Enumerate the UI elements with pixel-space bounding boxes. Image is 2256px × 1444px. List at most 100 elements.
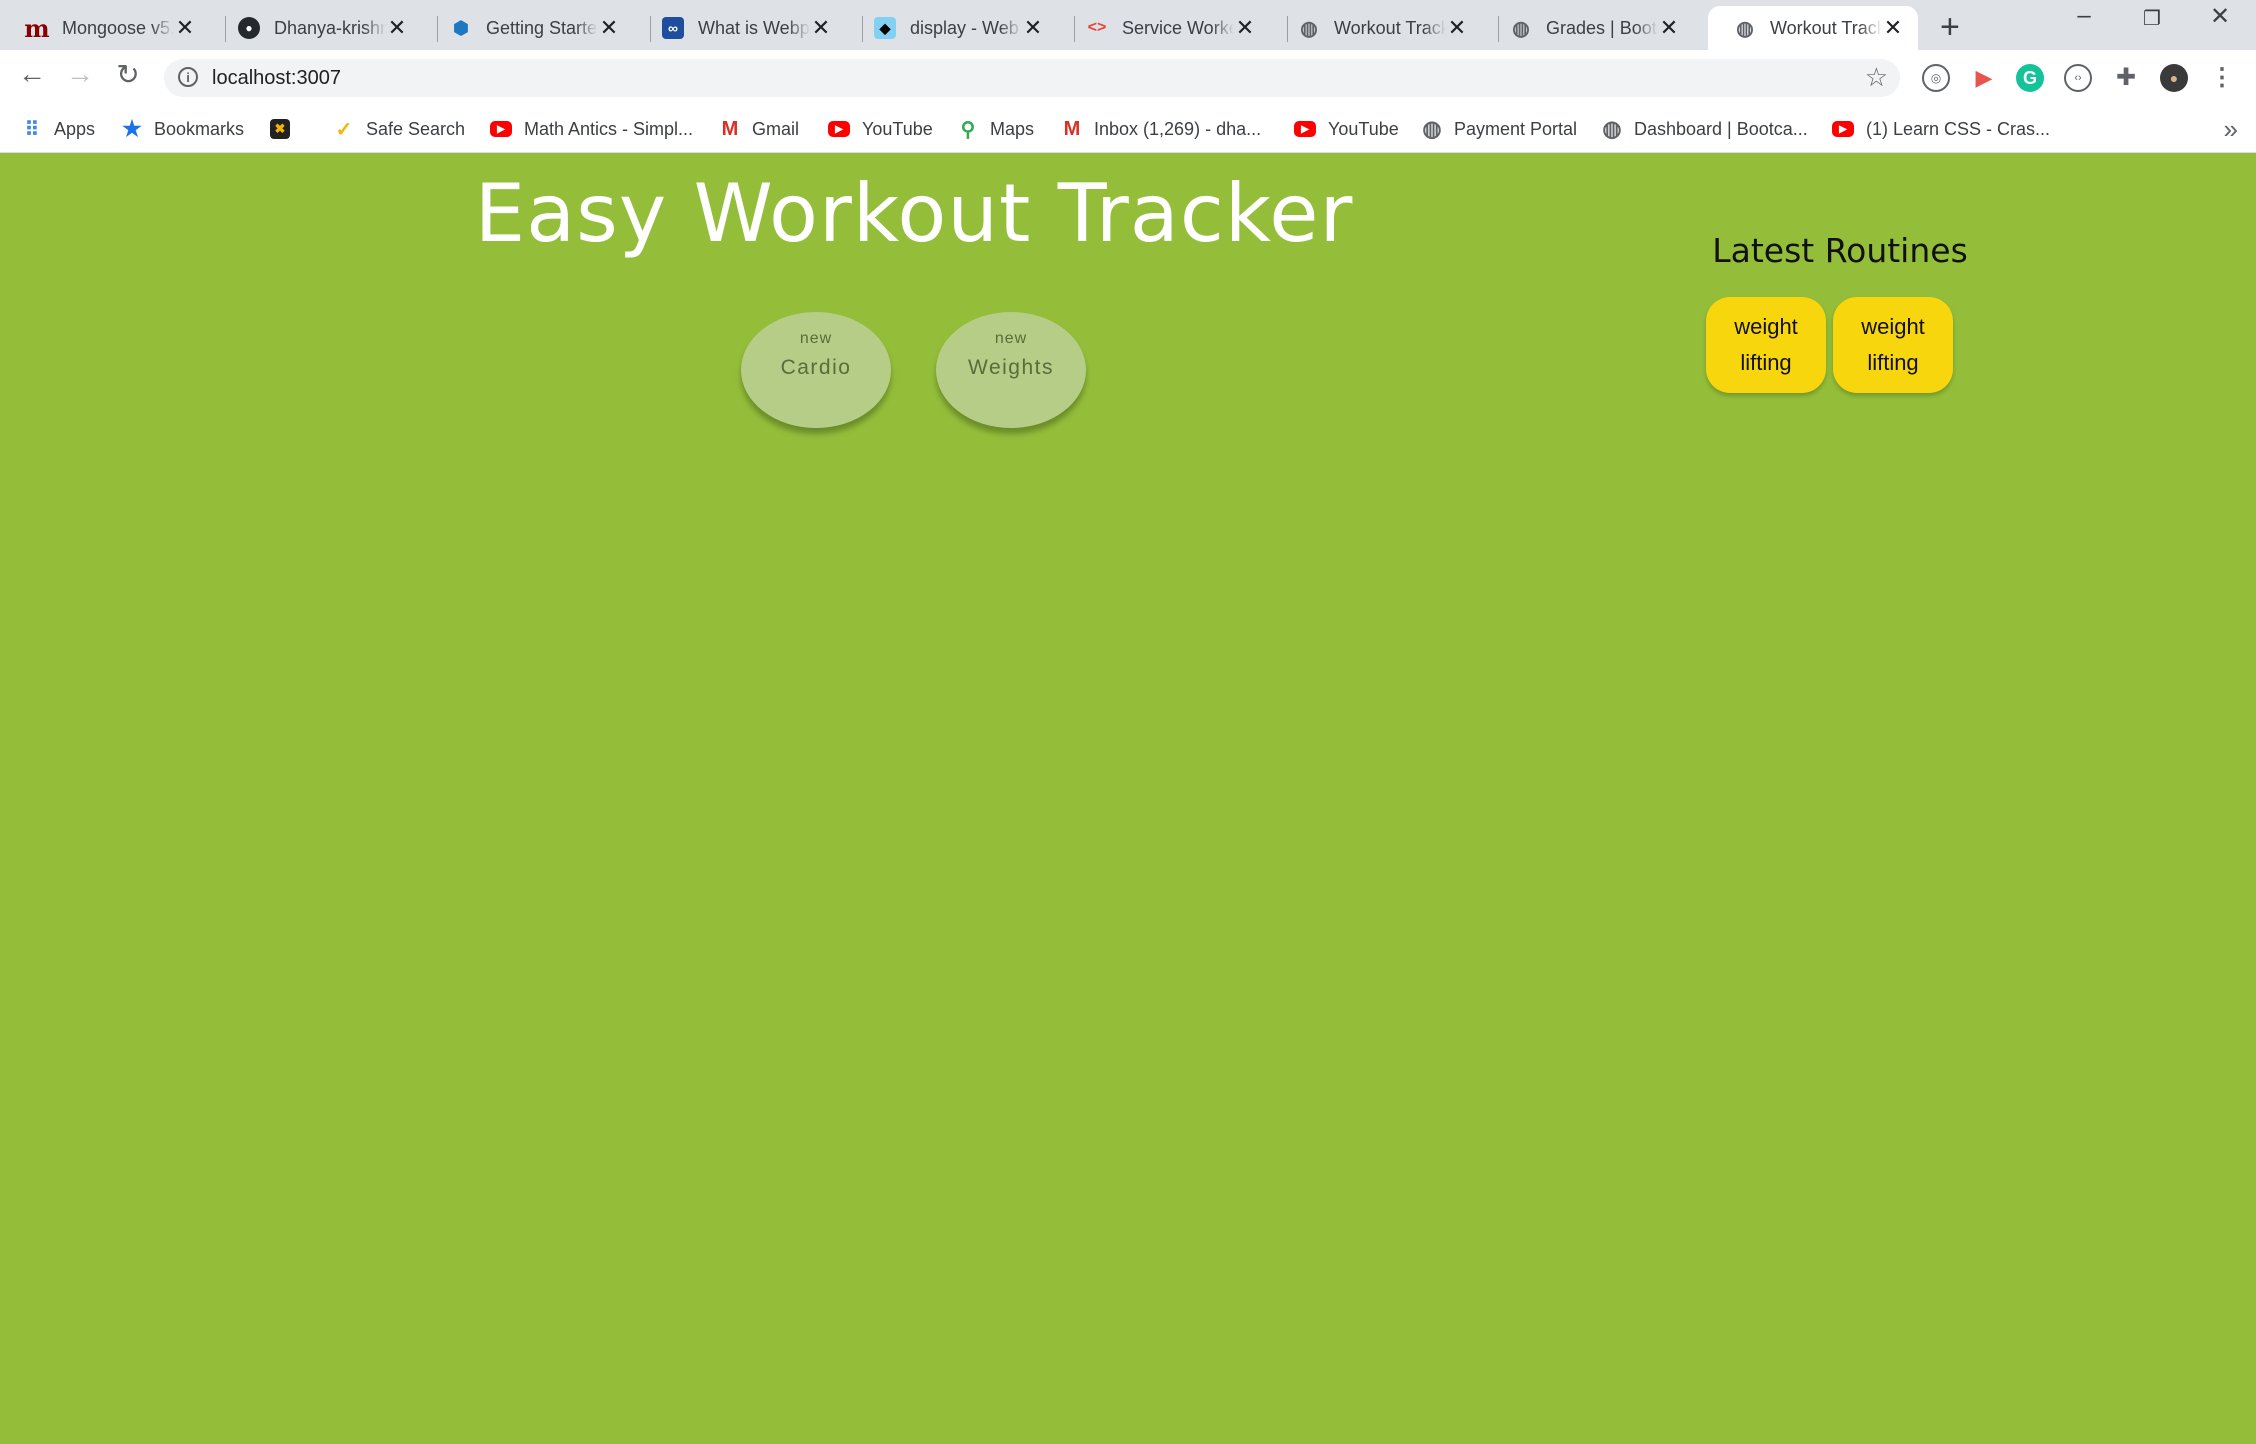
tab-title: Service Worke — [1122, 17, 1234, 38]
tab-title: Dhanya-krishn — [274, 17, 386, 38]
bookmark-label: Inbox (1,269) - dha... — [1094, 118, 1262, 139]
close-icon[interactable]: ✕ — [1658, 15, 1680, 41]
puzzle-icon[interactable]: ✚ — [2112, 64, 2140, 92]
restore-icon[interactable]: ❐ — [2132, 6, 2172, 31]
codeinfinity-icon: ∞ — [662, 17, 684, 39]
new-label: new — [799, 330, 833, 347]
gmail-icon: M — [721, 117, 739, 140]
bookmark-inbox[interactable]: M Inbox (1,269) - dha... — [1062, 116, 1261, 142]
browser-tab[interactable]: ● Dhanya-krishn ✕ — [212, 6, 422, 50]
github-icon: ● — [238, 17, 260, 39]
bookmark-apps[interactable]: ⠿ Apps — [22, 116, 95, 142]
tab-title: Mongoose v5. — [62, 17, 174, 38]
menu-icon[interactable]: ⋮ — [2208, 64, 2236, 92]
close-icon[interactable]: ✕ — [598, 15, 620, 41]
browser-toolbar: ← → ↻ i localhost:3007 ☆ ◎ ▶ G ‹› ✚ ● ⋮ — [0, 50, 2256, 106]
globe-icon: ◍ — [1300, 17, 1318, 40]
browser-tab[interactable]: <> Service Worke ✕ — [1060, 6, 1270, 50]
url-text[interactable]: localhost:3007 — [212, 67, 341, 90]
tab-title: display - Web — [910, 17, 1019, 38]
bookmark-label: Safe Search — [366, 118, 466, 139]
close-icon[interactable]: ✕ — [1446, 15, 1468, 41]
tab-title: Workout Track — [1334, 17, 1446, 38]
youtube-icon: ▶ — [828, 121, 850, 137]
bookmark-math-antics[interactable]: ▶ Math Antics - Simpl... — [490, 116, 693, 142]
browser-tab[interactable]: ◍ Workout Track ✕ — [1272, 6, 1482, 50]
close-icon[interactable]: ✕ — [1234, 15, 1256, 41]
close-icon[interactable]: ✕ — [386, 15, 408, 41]
address-bar[interactable]: i localhost:3007 ☆ — [164, 59, 1900, 97]
bookmark-gmail[interactable]: M Gmail — [720, 116, 799, 142]
bookmark-label: YouTube — [1328, 118, 1399, 139]
forward-arrow-icon[interactable]: → — [60, 58, 100, 90]
browser-tab[interactable]: m Mongoose v5. ✕ — [0, 6, 210, 50]
youtube-icon: ▶ — [1832, 121, 1854, 137]
bookmark-label: YouTube — [862, 118, 933, 139]
avatar[interactable]: ● — [2160, 64, 2188, 92]
bookmark-label: Bookmarks — [154, 118, 245, 139]
reload-icon[interactable]: ↻ — [108, 58, 148, 91]
extension-icon[interactable]: ‹› — [2064, 64, 2092, 92]
routine-card[interactable]: weight lifting — [1833, 297, 1953, 393]
close-icon[interactable]: ✕ — [174, 15, 196, 41]
globe-icon: ◍ — [1422, 116, 1442, 141]
tab-title: Getting Startec — [486, 17, 598, 38]
bookmark-label: Maps — [990, 118, 1035, 139]
extension-icon[interactable]: ◎ — [1922, 64, 1950, 92]
close-icon[interactable]: ✕ — [810, 15, 832, 41]
latest-routines-heading: Latest Routines — [1712, 231, 1968, 270]
mdn-icon: ◆ — [874, 17, 896, 39]
minimize-icon[interactable]: – — [2064, 2, 2104, 30]
new-label: new — [994, 330, 1028, 347]
bookmark-payment-portal[interactable]: ◍ Payment Portal — [1422, 116, 1577, 142]
colorful-app-icon: ✖ — [270, 119, 290, 139]
workout-type-label: Cardio — [780, 356, 852, 379]
workout-type-label: Weights — [968, 356, 1054, 379]
new-tab-icon[interactable]: + — [1940, 8, 1960, 47]
new-cardio-button[interactable]: new Cardio — [741, 312, 891, 428]
tab-title: Workout Track — [1770, 17, 1882, 38]
bookmark-label: Payment Portal — [1454, 118, 1578, 139]
extension-play-icon[interactable]: ▶ — [1970, 64, 1998, 92]
bookmark-maps[interactable]: ⚲ Maps — [958, 116, 1034, 142]
bookmark-star-icon[interactable]: ☆ — [1865, 62, 1888, 93]
back-arrow-icon[interactable]: ← — [12, 58, 52, 90]
browser-tab-active[interactable]: ◍ Workout Track ✕ — [1708, 6, 1918, 50]
globe-icon: ◍ — [1736, 17, 1754, 40]
tab-title: Grades | Bootc — [1546, 17, 1658, 38]
routine-card[interactable]: weight lifting — [1706, 297, 1826, 393]
youtube-icon: ▶ — [490, 121, 512, 137]
bookmark-youtube[interactable]: ▶ YouTube — [828, 116, 933, 142]
bookmark-label: (1) Learn CSS - Cras... — [1866, 118, 2051, 139]
tab-title: What is Webp — [698, 17, 810, 38]
page-title: Easy Workout Tracker — [474, 167, 1354, 260]
bookmark-label: Dashboard | Bootca... — [1634, 118, 1808, 139]
grammarly-icon[interactable]: G — [2016, 64, 2044, 92]
bookmark-app[interactable]: ✖ — [270, 116, 302, 142]
bookmark-safe-search[interactable]: ✓ Safe Search — [334, 116, 465, 142]
browser-tab[interactable]: ◆ display - Web ✕ — [848, 6, 1058, 50]
bookmark-label: Apps — [54, 118, 96, 139]
browser-tab[interactable]: ∞ What is Webp ✕ — [636, 6, 846, 50]
bookmark-bookmarks[interactable]: ★ Bookmarks — [122, 116, 244, 142]
browser-tab[interactable]: ◍ Grades | Bootc ✕ — [1484, 6, 1694, 50]
globe-icon: ◍ — [1512, 17, 1530, 40]
new-weights-button[interactable]: new Weights — [936, 312, 1086, 428]
browser-tabstrip: m Mongoose v5. ✕ ● Dhanya-krishn ✕ ⬢ Get… — [0, 0, 2256, 50]
youtube-icon: ▶ — [1294, 121, 1316, 137]
browser-tab[interactable]: ⬢ Getting Startec ✕ — [424, 6, 634, 50]
close-icon[interactable]: ✕ — [1022, 15, 1044, 41]
bookmark-label: Gmail — [752, 118, 800, 139]
google-dev-icon: <> — [1087, 19, 1107, 36]
chevron-double-right-icon[interactable]: » — [2224, 114, 2238, 145]
workout-tracker-page: Easy Workout Tracker new Cardio new Weig… — [0, 153, 2256, 1444]
webpack-icon: ⬢ — [453, 17, 469, 38]
window-close-icon[interactable]: ✕ — [2200, 2, 2240, 31]
close-icon[interactable]: ✕ — [1882, 15, 1904, 41]
info-icon[interactable]: i — [178, 67, 198, 87]
bookmark-dashboard[interactable]: ◍ Dashboard | Bootca... — [1602, 116, 1808, 142]
bookmark-label: Math Antics - Simpl... — [524, 118, 694, 139]
bookmark-youtube[interactable]: ▶ YouTube — [1294, 116, 1399, 142]
apps-grid-icon: ⠿ — [24, 118, 40, 141]
bookmark-learn-css[interactable]: ▶ (1) Learn CSS - Cras... — [1832, 116, 2050, 142]
